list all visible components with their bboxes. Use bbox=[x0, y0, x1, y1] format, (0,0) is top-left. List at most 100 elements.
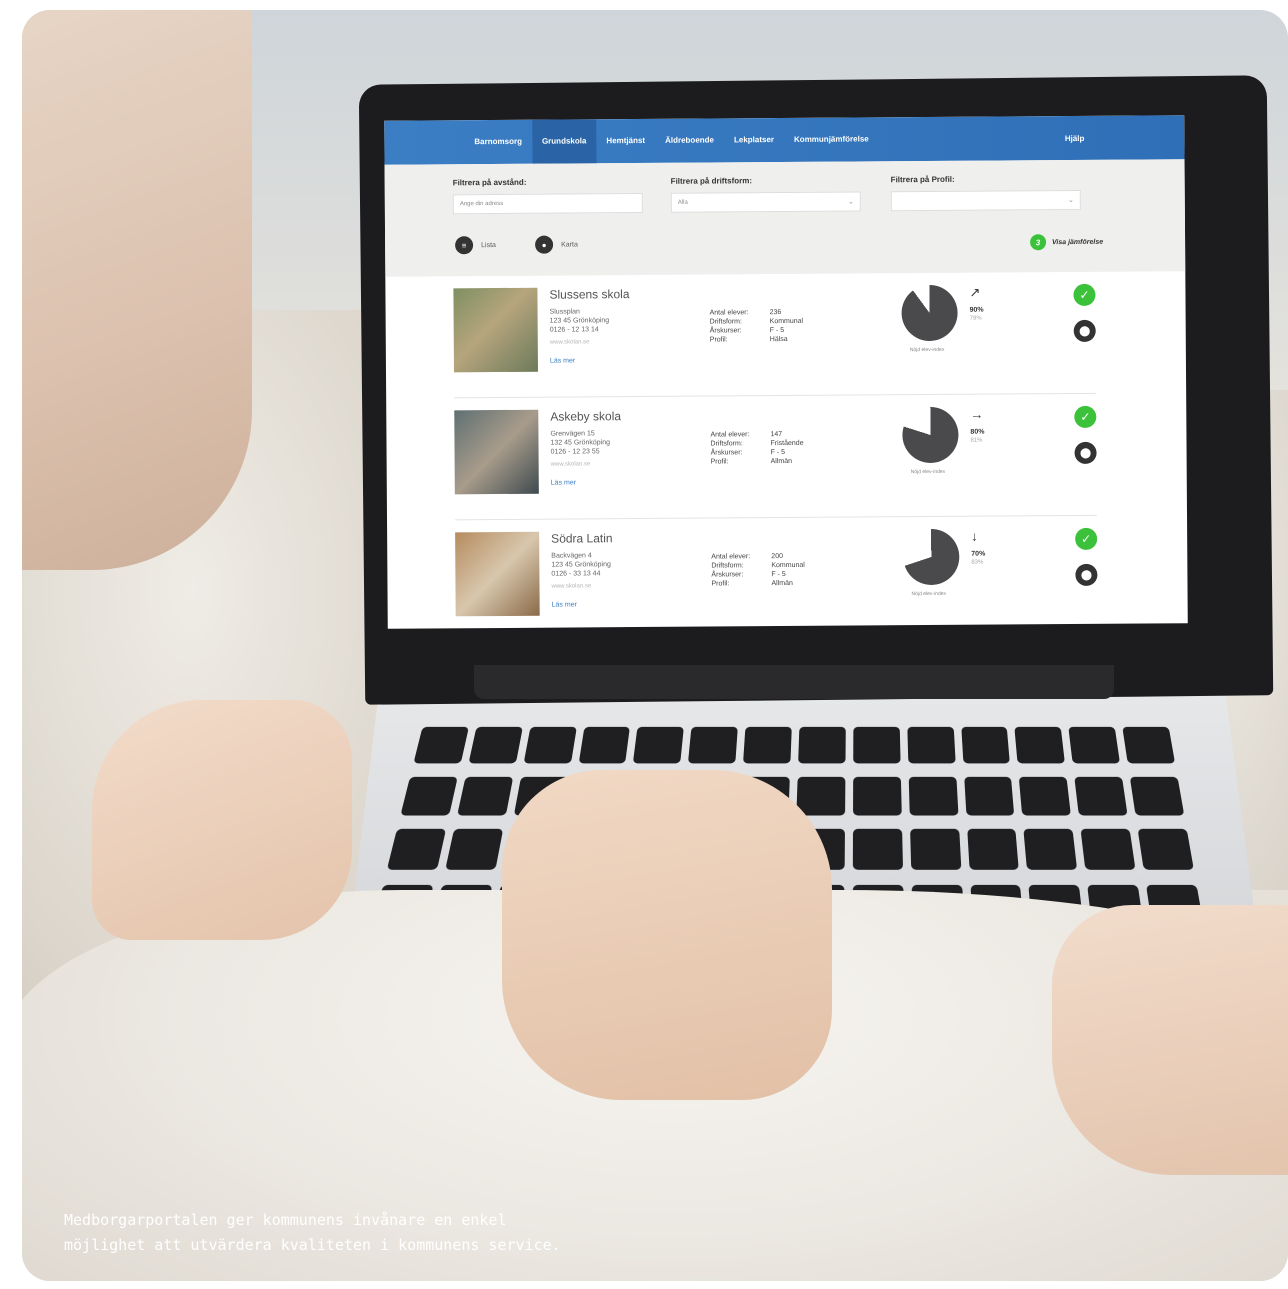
checkmark-icon[interactable]: ✓ bbox=[1075, 527, 1098, 550]
right-hand bbox=[1052, 905, 1288, 1175]
map-view-toggle[interactable]: ● Karta bbox=[535, 235, 578, 254]
keyboard-key bbox=[960, 726, 1011, 764]
keyboard-key bbox=[1137, 828, 1194, 870]
school-website-link[interactable]: www.skolan.se bbox=[551, 583, 591, 589]
address-input[interactable]: Ange din adress bbox=[452, 192, 643, 215]
profile-filter-label: Filtrera på Profil: bbox=[890, 174, 955, 185]
top-navigation: Barnomsorg Grundskola Hemtjänst Äldreboe… bbox=[384, 115, 1185, 165]
students-key: Antal elever: bbox=[709, 309, 749, 317]
school-card: Askeby skola Grenvägen 15 132 45 Grönköp… bbox=[454, 393, 1098, 521]
keyboard-key bbox=[523, 726, 577, 764]
profile-select[interactable]: ⌄ bbox=[890, 189, 1081, 212]
keyboard-key bbox=[853, 726, 901, 764]
profile-key: Profil: bbox=[710, 458, 729, 466]
keyboard-key bbox=[852, 776, 902, 816]
keyboard-key bbox=[457, 776, 514, 816]
keyboard-key bbox=[908, 776, 959, 816]
students-key: Antal elever: bbox=[711, 553, 751, 561]
location-pin-icon[interactable]: ⬤ bbox=[1074, 441, 1097, 464]
keyboard-key bbox=[1080, 828, 1136, 870]
school-website-link[interactable]: www.skolan.se bbox=[550, 339, 590, 345]
keyboard-key bbox=[1129, 776, 1185, 816]
school-photo bbox=[453, 287, 538, 373]
nav-item-grundskola[interactable]: Grundskola bbox=[531, 119, 597, 164]
list-view-toggle[interactable]: ≡ Lista bbox=[455, 236, 496, 255]
school-address: Backvägen 4 123 45 Grönköping 0126 - 33 … bbox=[551, 551, 671, 579]
person-shoulder bbox=[22, 10, 252, 570]
satisfaction-previous-percent: 79% bbox=[969, 315, 982, 322]
keyboard-key bbox=[468, 726, 523, 764]
school-photo bbox=[455, 531, 540, 617]
grades-value: F - 5 bbox=[770, 449, 785, 457]
compare-button[interactable]: 3 Visa jämförelse bbox=[1029, 234, 1104, 251]
left-hand bbox=[92, 700, 352, 940]
school-stats: Antal elever: 236 Driftsform: Kommunal Års… bbox=[710, 308, 804, 345]
keyboard-key bbox=[413, 726, 469, 764]
profile-value: Hälsa bbox=[769, 335, 788, 344]
school-website-link[interactable]: www.skolan.se bbox=[551, 461, 591, 467]
chevron-down-icon: ⌄ bbox=[1067, 196, 1074, 205]
operation-value: Kommunal bbox=[769, 317, 804, 326]
read-more-link[interactable]: Läs mer bbox=[550, 357, 575, 364]
school-name[interactable]: Södra Latin bbox=[551, 531, 612, 545]
nav-item-lekplatser[interactable]: Lekplatser bbox=[724, 118, 784, 162]
caption-line-1: Medborgarportalen ger kommunens invånare… bbox=[64, 1211, 507, 1229]
trend-arrow-icon: ↓ bbox=[971, 528, 978, 544]
satisfaction-index: ↗ 90% 79% Nöjd elev-index bbox=[901, 284, 1012, 365]
compare-label: Visa jämförelse bbox=[1051, 238, 1104, 246]
satisfaction-pie bbox=[901, 284, 958, 342]
keyboard-key bbox=[1122, 726, 1176, 764]
school-photo bbox=[454, 409, 539, 495]
keyboard-key bbox=[1068, 726, 1121, 764]
checkmark-icon[interactable]: ✓ bbox=[1073, 283, 1096, 306]
checkmark-icon[interactable]: ✓ bbox=[1074, 405, 1097, 428]
satisfaction-previous-percent: 83% bbox=[971, 559, 984, 566]
keyboard-key bbox=[907, 726, 956, 764]
operation-select[interactable]: Alla ⌄ bbox=[670, 191, 861, 213]
read-more-link[interactable]: Läs mer bbox=[552, 601, 577, 608]
keyboard-key bbox=[1014, 726, 1066, 764]
image-caption: Medborgarportalen ger kommunens invånare… bbox=[64, 1208, 684, 1258]
laptop-hinge bbox=[474, 665, 1114, 699]
school-card: Slussens skola Slussplan 123 45 Grönköpi… bbox=[453, 271, 1097, 399]
school-name[interactable]: Slussens skola bbox=[549, 287, 629, 302]
grades-value: F - 5 bbox=[769, 327, 785, 335]
school-card: Södra Latin Backvägen 4 123 45 Grönköpin… bbox=[455, 515, 1098, 629]
compare-count-badge: 3 bbox=[1029, 234, 1047, 251]
operation-value: Fristående bbox=[770, 439, 804, 448]
nav-item-barnomsorg[interactable]: Barnomsorg bbox=[464, 120, 532, 164]
keyboard-key bbox=[578, 726, 631, 764]
filter-bar: Filtrera på avstånd: Ange din adress Fil… bbox=[384, 159, 1186, 277]
operation-filter-label: Filtrera på driftsform: bbox=[670, 176, 753, 186]
nav-item-aldreboende[interactable]: Äldreboende bbox=[655, 118, 724, 162]
pie-caption: Nöjd elev-index bbox=[911, 590, 947, 598]
keyboard-key bbox=[743, 726, 792, 764]
keyboard-key bbox=[1074, 776, 1128, 816]
students-key: Antal elever: bbox=[710, 431, 750, 439]
typing-hand bbox=[502, 770, 832, 1100]
students-value: 236 bbox=[769, 309, 782, 317]
pie-caption: Nöjd elev-index bbox=[910, 468, 946, 476]
nav-item-hemtjanst[interactable]: Hemtjänst bbox=[596, 119, 655, 163]
location-pin-icon[interactable]: ⬤ bbox=[1075, 563, 1098, 586]
read-more-link[interactable]: Läs mer bbox=[551, 479, 576, 486]
keyboard-key bbox=[688, 726, 738, 764]
satisfaction-previous-percent: 81% bbox=[970, 437, 983, 444]
satisfaction-percent: 90% bbox=[969, 306, 984, 314]
keyboard-key bbox=[796, 776, 846, 816]
satisfaction-percent: 70% bbox=[971, 550, 986, 558]
distance-filter: Filtrera på avstånd: Ange din adress bbox=[452, 177, 643, 215]
location-pin-icon[interactable]: ⬤ bbox=[1073, 319, 1096, 342]
satisfaction-pie bbox=[902, 406, 959, 464]
keyboard-key bbox=[386, 828, 446, 870]
profile-filter: Filtrera på Profil: ⌄ bbox=[890, 174, 1081, 212]
satisfaction-index: → 80% 81% Nöjd elev-index bbox=[902, 406, 1013, 487]
pie-caption: Nöjd elev-index bbox=[909, 346, 945, 354]
grades-value: F - 5 bbox=[771, 571, 786, 579]
operation-key: Driftsform: bbox=[709, 318, 742, 326]
help-link[interactable]: Hjälp bbox=[1065, 133, 1085, 142]
keyboard-key bbox=[798, 726, 846, 764]
school-name[interactable]: Askeby skola bbox=[550, 409, 621, 423]
nav-item-kommunjamforelse[interactable]: Kommunjämförelse bbox=[784, 117, 879, 162]
operation-value: Kommunal bbox=[771, 561, 805, 570]
